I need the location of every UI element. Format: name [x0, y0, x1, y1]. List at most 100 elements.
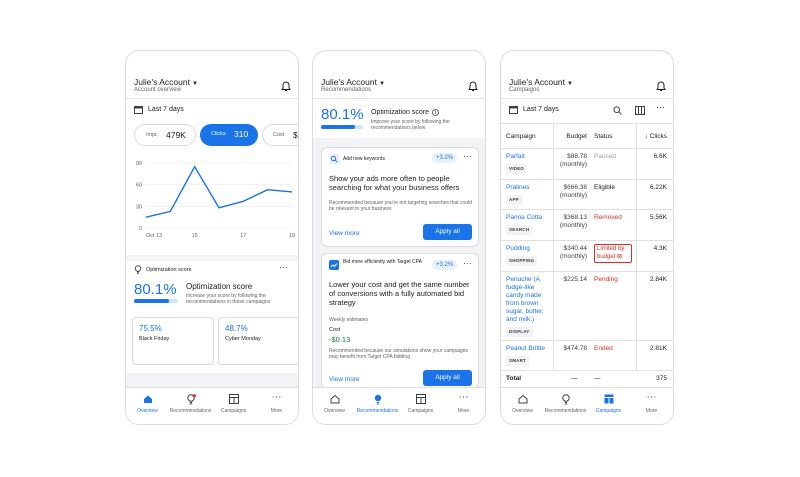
nav-recommendations[interactable]: Recommendations [169, 388, 212, 424]
more-options-icon[interactable]: ⋯ [463, 258, 472, 269]
notifications-bell-icon[interactable] [281, 81, 291, 92]
column-header-status[interactable]: Status [594, 133, 612, 140]
campaign-name-cell[interactable]: Peanut Brittle SMART [506, 345, 550, 366]
nav-more[interactable]: ⋯ More [442, 388, 485, 424]
total-clicks: 375 [656, 375, 667, 382]
table-row[interactable]: Pudding SHOPPING $340.44 (monthly) Limited b… [501, 241, 673, 272]
notifications-bell-icon[interactable] [468, 81, 478, 92]
nav-campaigns[interactable]: Campaigns [212, 388, 255, 424]
budget-value: $88.78 [567, 153, 587, 160]
view-more-link[interactable]: View more [329, 230, 360, 237]
view-more-link[interactable]: View more [329, 376, 360, 383]
opt-title: Optimization score [186, 282, 253, 291]
clicks-value: 2.84K [650, 276, 667, 283]
campaign-type-tag: SHOPPING [506, 256, 538, 266]
nav-label: Overview [512, 408, 533, 414]
table-row[interactable]: Panna Cotta SEARCH $368.13 (monthly) Removed… [501, 210, 673, 241]
phone-recommendations: Julie's Account ▼ Recommendations 80.1% O… [312, 50, 486, 425]
account-name: Julie's Account [509, 77, 565, 87]
campaign-name: Pudding [506, 245, 530, 252]
metric-chip-cost[interactable]: Cost $ [262, 124, 298, 146]
campaign-score-card[interactable]: 75.5% Black Friday [132, 317, 214, 365]
phone-account-overview: Julie's Account ▼ Account overview Last 7… [125, 50, 299, 425]
date-range-selector[interactable]: Last 7 days [134, 105, 184, 114]
nav-recommendations[interactable]: Recommendations [356, 388, 399, 424]
campaign-name-cell[interactable]: Penuche (A fudge-like candy made from br… [506, 276, 550, 337]
campaign-name-cell[interactable]: Panna Cotta SEARCH [506, 214, 550, 235]
campaign-type-tag: SEARCH [506, 225, 533, 235]
search-icon[interactable] [613, 106, 622, 115]
campaign-name-cell[interactable]: Pralines APP [506, 184, 550, 205]
nav-label: Recommendations [169, 408, 212, 414]
x-tick-label: 17 [240, 233, 246, 239]
budget-cell: $474.78 [564, 345, 588, 353]
budget-period: (monthly) [559, 161, 587, 168]
total-label: Total [506, 375, 522, 382]
nav-overview[interactable]: Overview [126, 388, 169, 424]
recommendation-reason: Recommended because our simulations show… [329, 348, 468, 360]
home-icon [330, 394, 339, 404]
nav-campaigns[interactable]: Campaigns [587, 388, 630, 424]
columns-icon[interactable] [635, 106, 645, 115]
account-selector[interactable]: Julie's Account ▼ [509, 77, 573, 87]
lightbulb-icon [561, 394, 570, 405]
column-header-label: Clicks [649, 133, 667, 140]
table-row[interactable]: Penuche (A fudge-like candy made from br… [501, 272, 673, 341]
table-row[interactable]: Parfait VIDEO $88.78 (monthly) Paused 6.6K [501, 149, 673, 180]
page-subtitle: Recommendations [321, 87, 372, 93]
account-selector[interactable]: Julie's Account ▼ [134, 77, 198, 87]
apply-all-button[interactable]: Apply all [423, 370, 472, 386]
y-tick-label: 0 [139, 226, 142, 232]
recommendation-card[interactable]: Add new keywords +3.2% ⋯ Show your ads m… [321, 147, 479, 247]
column-header-clicks[interactable]: ↓ Clicks [645, 133, 667, 140]
nav-label: Campaigns [220, 408, 247, 414]
score-uplift-badge: +3.2% [432, 153, 458, 163]
apply-all-button[interactable]: Apply all [423, 224, 472, 240]
budget-cell: $666.38 (monthly) [560, 184, 587, 200]
clicks-value: 6.22K [650, 184, 667, 191]
nav-label: More [270, 408, 283, 414]
opt-score-bar-fill [321, 125, 355, 129]
y-tick-label: 90 [136, 161, 142, 167]
metric-chip-impressions[interactable]: Impr. 479K [134, 124, 196, 146]
more-options-icon[interactable]: ⋯ [279, 262, 288, 273]
account-name: Julie's Account [134, 77, 190, 87]
info-icon[interactable]: i [431, 109, 439, 116]
nav-more[interactable]: ⋯ More [255, 388, 298, 424]
notifications-bell-icon[interactable] [656, 81, 666, 92]
nav-label: More [645, 408, 658, 414]
budget-cell: $225.14 [564, 276, 588, 284]
table-row[interactable]: Pralines APP $666.38 (monthly) Eligible 6.22K [501, 180, 673, 210]
account-selector[interactable]: Julie's Account ▼ [321, 77, 385, 87]
status-badge[interactable]: Limited by budget ⊠ [594, 244, 632, 263]
total-budget: — [571, 375, 578, 382]
recommendation-card[interactable]: Bid more efficiently with Target CPA +3.… [321, 253, 479, 389]
metric-chip-clicks[interactable]: Clicks 310 [200, 124, 258, 146]
nav-overview[interactable]: Overview [501, 388, 544, 424]
metric-value: $ [293, 130, 298, 140]
status-text: Removed [594, 214, 622, 221]
table-row[interactable]: Peanut Brittle SMART $474.78 Ended 2.81K [501, 341, 673, 371]
nav-overview[interactable]: Overview [313, 388, 356, 424]
lightbulb-icon [374, 394, 381, 405]
more-options-icon[interactable]: ⋯ [656, 102, 665, 113]
nav-label: More [457, 408, 470, 414]
more-options-icon[interactable]: ⋯ [463, 151, 472, 162]
metric-value: 479K [166, 130, 186, 140]
opt-score-bar-fill [134, 299, 170, 303]
campaign-type-tag: APP [506, 195, 522, 205]
cost-value: -$0.13 [329, 335, 351, 344]
column-header-budget[interactable]: Budget [566, 133, 587, 140]
column-header-campaign[interactable]: Campaign [506, 133, 536, 140]
campaign-name: Cyber Monday [225, 336, 261, 342]
nav-campaigns[interactable]: Campaigns [399, 388, 442, 424]
app-header: Julie's Account ▼ Recommendations [313, 51, 485, 99]
opt-section-header: Optimization score [134, 265, 192, 274]
campaign-name-cell[interactable]: Pudding SHOPPING [506, 245, 550, 266]
nav-recommendations[interactable]: Recommendations [544, 388, 587, 424]
campaign-type-tag: DISPLAY [506, 327, 533, 337]
campaign-name-cell[interactable]: Parfait VIDEO [506, 153, 550, 174]
date-range-selector[interactable]: Last 7 days [509, 105, 559, 114]
campaign-score-card[interactable]: 48.7% Cyber Monday [218, 317, 298, 365]
nav-more[interactable]: ⋯ More [630, 388, 673, 424]
